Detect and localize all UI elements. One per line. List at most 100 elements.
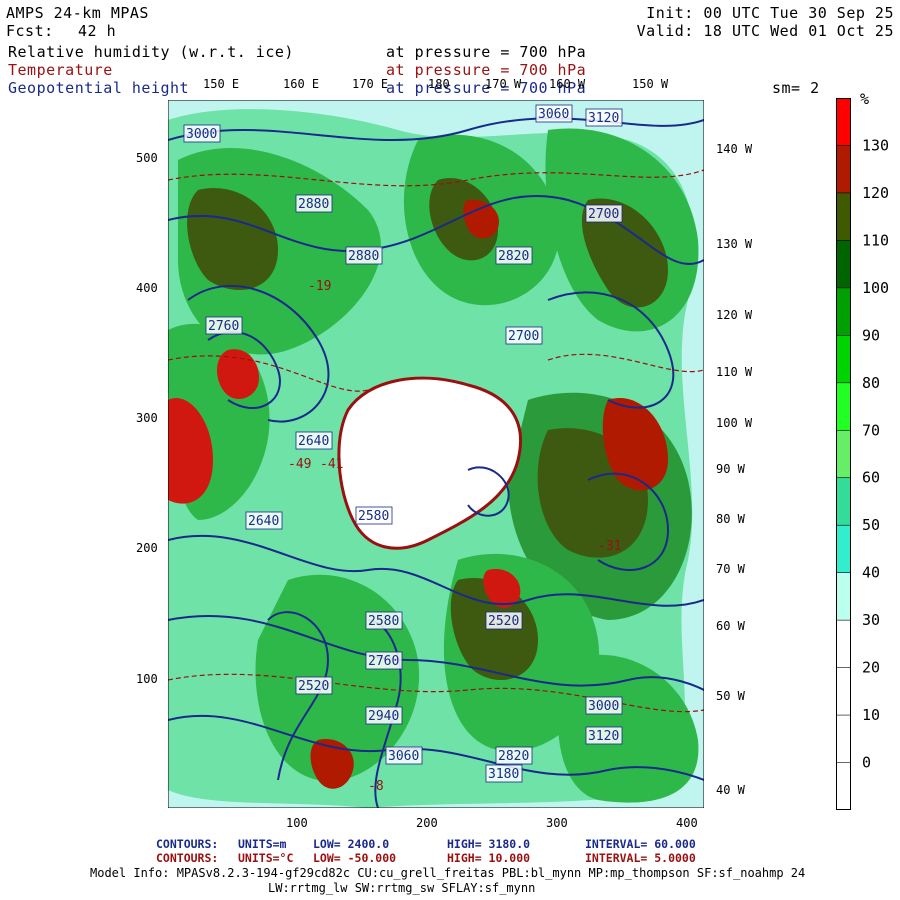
colorbar-swatch — [836, 287, 851, 336]
height-label: 2760 — [365, 651, 403, 670]
x-tick-label: 100 — [286, 816, 308, 830]
lon-label-right: 90 W — [716, 462, 745, 476]
temperature-label: -31 — [598, 539, 621, 554]
height-label: 2640 — [295, 431, 333, 450]
colorbar-label: 90 — [862, 326, 880, 344]
svg-text:2640: 2640 — [298, 434, 329, 449]
contour-temp-label: CONTOURS: — [156, 851, 219, 865]
x-tick-label: 300 — [546, 816, 568, 830]
lon-label-right: 60 W — [716, 619, 745, 633]
colorbar-label: 120 — [862, 184, 889, 202]
lon-label-right: 50 W — [716, 689, 745, 703]
lon-label-right: 100 W — [716, 416, 753, 430]
svg-text:2760: 2760 — [368, 654, 399, 669]
colorbar-swatch — [836, 430, 851, 479]
colorbar-label: 40 — [862, 564, 880, 582]
colorbar: 1301201101009080706050403020100 — [836, 98, 889, 810]
colorbar-label: 130 — [862, 136, 889, 154]
height-label: 3180 — [485, 764, 523, 783]
height-label: 2580 — [355, 506, 393, 525]
contour-temp-interval: INTERVAL= 5.0000 — [585, 851, 696, 865]
colorbar-swatch — [836, 382, 851, 431]
colorbar-label: 30 — [862, 611, 880, 629]
colorbar-label: 20 — [862, 659, 880, 677]
colorbar-swatch — [836, 145, 851, 194]
colorbar-swatch — [836, 240, 851, 289]
lon-label-top: 170 E — [352, 77, 389, 91]
temperature-label: -49 — [288, 457, 311, 472]
height-label: 2520 — [295, 676, 333, 695]
colorbar-label: 100 — [862, 279, 889, 297]
field-rh-level: at pressure = 700 hPa — [386, 43, 587, 61]
svg-text:2700: 2700 — [588, 207, 619, 222]
contour-height-interval: INTERVAL= 60.000 — [585, 837, 696, 851]
height-label: 2700 — [585, 204, 623, 223]
height-label: 2880 — [345, 246, 383, 265]
svg-text:2760: 2760 — [208, 319, 239, 334]
colorbar-swatches — [836, 98, 851, 810]
forecast-label: Fcst: — [6, 22, 54, 40]
svg-text:2640: 2640 — [248, 514, 279, 529]
field-height-name: Geopotential height — [8, 79, 190, 97]
colorbar-swatch — [836, 667, 851, 716]
lon-label-right: 140 W — [716, 142, 753, 156]
svg-text:2880: 2880 — [298, 197, 329, 212]
colorbar-label: 80 — [862, 374, 880, 392]
forecast-hours: 42 h — [78, 22, 117, 40]
colorbar-swatch — [836, 477, 851, 526]
svg-text:3180: 3180 — [488, 767, 519, 782]
x-tick-label: 400 — [676, 816, 698, 830]
height-label: 3120 — [585, 726, 623, 745]
contour-temp-units: UNITS=°C — [238, 851, 294, 865]
x-tick-label: 200 — [416, 816, 438, 830]
height-label: 3060 — [385, 746, 423, 765]
contour-height-low: LOW= 2400.0 — [313, 837, 390, 851]
lon-label-top: 170 W — [485, 77, 522, 91]
contour-height-high: HIGH= 3180.0 — [447, 837, 531, 851]
y-tick-label: 400 — [136, 281, 158, 295]
lon-label-top: 180 — [428, 77, 450, 91]
colorbar-swatch — [836, 98, 851, 146]
svg-text:2520: 2520 — [298, 679, 329, 694]
height-label: 2520 — [485, 611, 523, 630]
lon-label-top: 150 W — [632, 77, 669, 91]
temperature-label: -8 — [368, 779, 384, 794]
svg-text:2520: 2520 — [488, 614, 519, 629]
lon-label-right: 40 W — [716, 783, 745, 797]
colorbar-swatch — [836, 715, 851, 764]
svg-text:3060: 3060 — [538, 107, 569, 122]
svg-text:2580: 2580 — [358, 509, 389, 524]
colorbar-swatch — [836, 335, 851, 384]
colorbar-label: 60 — [862, 469, 880, 487]
smoothing-label: sm= 2 — [772, 79, 820, 97]
height-label: 3000 — [183, 124, 221, 143]
lon-label-right: 130 W — [716, 237, 753, 251]
colorbar-unit: % — [860, 90, 870, 108]
colorbar-labels: 1301201101009080706050403020100 — [862, 136, 889, 771]
colorbar-swatch — [836, 572, 851, 621]
colorbar-swatch — [836, 192, 851, 241]
lon-label-top: 160 W — [549, 77, 586, 91]
model-info-line1: Model Info: MPASv8.2.3-194-gf29cd82c CU:… — [90, 866, 806, 880]
height-label: 2640 — [245, 511, 283, 530]
model-title: AMPS 24-km MPAS — [6, 4, 149, 22]
lon-label-right: 80 W — [716, 512, 745, 526]
contour-height-units: UNITS=m — [238, 837, 287, 851]
svg-text:3120: 3120 — [588, 729, 619, 744]
init-time: Init: 00 UTC Tue 30 Sep 25 — [646, 4, 894, 22]
svg-text:2820: 2820 — [498, 249, 529, 264]
height-label: 2760 — [205, 316, 243, 335]
contour-temp-high: HIGH= 10.000 — [447, 851, 531, 865]
field-temp-name: Temperature — [8, 61, 113, 79]
svg-text:2580: 2580 — [368, 614, 399, 629]
height-label: 2820 — [495, 246, 533, 265]
svg-text:3060: 3060 — [388, 749, 419, 764]
lon-label-right: 70 W — [716, 562, 745, 576]
weather-map: 3000 2880 3060 2820 2760 2700 2640 2580 2940 3120… — [168, 100, 704, 808]
svg-text:3120: 3120 — [588, 111, 619, 126]
colorbar-label: 50 — [862, 516, 880, 534]
y-tick-label: 500 — [136, 151, 158, 165]
lon-label-right: 110 W — [716, 365, 753, 379]
lon-label-right: 120 W — [716, 308, 753, 322]
model-info-line2: LW:rrtmg_lw SW:rrtmg_sw SFLAY:sf_mynn — [268, 881, 536, 895]
